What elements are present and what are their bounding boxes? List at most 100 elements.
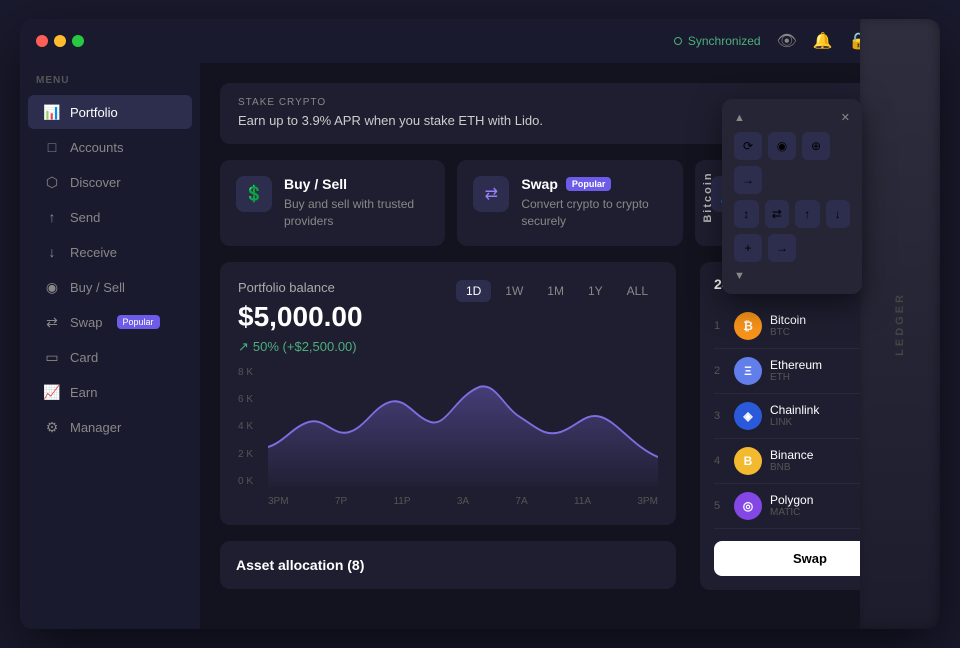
sidebar: MENU 📊 Portfolio □ Accounts ⬡ Discover ↑…: [20, 63, 200, 629]
btc-rank: 1: [714, 320, 726, 332]
time-filters: 1D 1W 1M 1Y ALL: [456, 280, 658, 302]
time-filter-1m[interactable]: 1M: [537, 280, 574, 302]
ledger-device: LEDGER: [860, 19, 940, 629]
bell-icon[interactable]: 🔔: [813, 31, 833, 51]
portfolio-chart: 8 K 6 K 4 K 2 K 0 K: [238, 367, 658, 507]
modal-icon-3[interactable]: ⊕: [802, 132, 830, 160]
sync-icon: [674, 37, 682, 45]
eth-rank: 2: [714, 365, 726, 377]
modal-close[interactable]: ✕: [841, 111, 850, 124]
sidebar-item-swap[interactable]: ⇄ Swap Popular: [28, 305, 192, 339]
sidebar-label-receive: Receive: [70, 245, 117, 260]
swap-card-title: Swap Popular: [521, 176, 666, 192]
sidebar-item-earn[interactable]: 📈 Earn: [28, 375, 192, 409]
action-card-swap[interactable]: ⇄ Swap Popular Convert crypto to crypto …: [457, 160, 682, 246]
matic-rank: 5: [714, 500, 726, 512]
time-filter-1w[interactable]: 1W: [495, 280, 533, 302]
modal-icon-4[interactable]: →: [734, 166, 762, 194]
close-button[interactable]: [36, 35, 48, 47]
sidebar-label-earn: Earn: [70, 385, 97, 400]
sidebar-item-send[interactable]: ↑ Send: [28, 200, 192, 234]
asset-title: Asset allocation (8): [236, 557, 660, 573]
sync-status: Synchronized: [674, 34, 761, 48]
change-value: 50% (+$2,500.00): [253, 339, 357, 354]
buy-sell-card-icon: 💲: [236, 176, 272, 212]
card-icon: ▭: [44, 349, 60, 365]
sidebar-item-portfolio[interactable]: 📊 Portfolio: [28, 95, 192, 129]
sidebar-label-card: Card: [70, 350, 98, 365]
link-rank: 3: [714, 410, 726, 422]
receive-icon: ↓: [44, 244, 60, 260]
portfolio-change: ↗ 50% (+$2,500.00): [238, 339, 363, 355]
chart-x-labels: 3PM 7P 11P 3A 7A 11A 3PM: [268, 496, 658, 507]
bitcoin-modal: ▲ ✕ ⟳ ◉ ⊕ → ↕ ⇄ ↑ ↓ + → ▼ Bitcoi: [722, 99, 862, 294]
buy-sell-icon: ◉: [44, 279, 60, 295]
eye-icon[interactable]: 👁: [777, 31, 797, 51]
menu-label: MENU: [20, 75, 200, 94]
buy-sell-card-desc: Buy and sell with trusted providers: [284, 196, 429, 230]
modal-icon-7[interactable]: ↑: [795, 200, 820, 228]
discover-icon: ⬡: [44, 174, 60, 190]
ledger-label: LEDGER: [894, 292, 906, 356]
btc-ticker: BTC: [770, 327, 856, 338]
sidebar-label-discover: Discover: [70, 175, 121, 190]
eth-icon: Ξ: [734, 357, 762, 385]
modal-icon-6[interactable]: ⇄: [765, 200, 790, 228]
popular-badge: Popular: [117, 315, 160, 329]
sidebar-label-accounts: Accounts: [70, 140, 123, 155]
maximize-button[interactable]: [72, 35, 84, 47]
time-filter-all[interactable]: ALL: [617, 280, 658, 302]
sidebar-item-manager[interactable]: ⚙ Manager: [28, 410, 192, 444]
modal-icon-5[interactable]: ↕: [734, 200, 759, 228]
portfolio-balance: $5,000.00: [238, 301, 363, 333]
sidebar-item-receive[interactable]: ↓ Receive: [28, 235, 192, 269]
time-filter-1d[interactable]: 1D: [456, 280, 491, 302]
time-filter-1y[interactable]: 1Y: [578, 280, 613, 302]
modal-nav-up[interactable]: ▲: [734, 112, 745, 124]
sidebar-item-accounts[interactable]: □ Accounts: [28, 130, 192, 164]
modal-icon-10[interactable]: →: [768, 234, 796, 262]
btc-icon: ₿: [734, 312, 762, 340]
buy-sell-card-title: Buy / Sell: [284, 176, 429, 192]
sidebar-item-buy-sell[interactable]: ◉ Buy / Sell: [28, 270, 192, 304]
modal-nav-down[interactable]: ▼: [734, 270, 745, 282]
swap-card-icon: ⇄: [473, 176, 509, 212]
link-ticker: LINK: [770, 417, 860, 428]
action-card-buy-sell[interactable]: 💲 Buy / Sell Buy and sell with trusted p…: [220, 160, 445, 246]
sidebar-label-buy-sell: Buy / Sell: [70, 280, 125, 295]
swap-popular-tag: Popular: [566, 177, 612, 191]
chart-svg-area: [268, 367, 658, 492]
bnb-icon: B: [734, 447, 762, 475]
sync-label: Synchronized: [688, 34, 761, 48]
matic-icon: ◎: [734, 492, 762, 520]
earn-icon: 📈: [44, 384, 60, 400]
matic-ticker: MATIC: [770, 507, 863, 518]
sidebar-label-send: Send: [70, 210, 100, 225]
traffic-lights: [36, 35, 84, 47]
modal-icon-2[interactable]: ◉: [768, 132, 796, 160]
chart-y-labels: 8 K 6 K 4 K 2 K 0 K: [238, 367, 253, 487]
sidebar-label-portfolio: Portfolio: [70, 105, 118, 120]
swap-card-desc: Convert crypto to crypto securely: [521, 196, 666, 230]
minimize-button[interactable]: [54, 35, 66, 47]
sidebar-item-card[interactable]: ▭ Card: [28, 340, 192, 374]
eth-ticker: ETH: [770, 372, 860, 383]
portfolio-icon: 📊: [44, 104, 60, 120]
content-row: Portfolio balance $5,000.00 ↗ 50% (+$2,5…: [220, 262, 920, 590]
modal-icon-9[interactable]: +: [734, 234, 762, 262]
link-icon: ◈: [734, 402, 762, 430]
portfolio-section: Portfolio balance $5,000.00 ↗ 50% (+$2,5…: [220, 262, 676, 590]
swap-icon: ⇄: [44, 314, 60, 330]
portfolio-header: Portfolio balance $5,000.00 ↗ 50% (+$2,5…: [238, 280, 658, 355]
change-arrow: ↗: [238, 339, 249, 355]
portfolio-title: Portfolio balance: [238, 280, 363, 295]
portfolio-card: Portfolio balance $5,000.00 ↗ 50% (+$2,5…: [220, 262, 676, 525]
send-icon: ↑: [44, 209, 60, 225]
modal-icon-8[interactable]: ↓: [826, 200, 851, 228]
title-bar: Synchronized 👁 🔔 🔒 ⚙ ?: [20, 19, 940, 63]
eth-name: Ethereum: [770, 358, 860, 372]
sidebar-item-discover[interactable]: ⬡ Discover: [28, 165, 192, 199]
bnb-ticker: BNB: [770, 462, 860, 473]
manager-icon: ⚙: [44, 419, 60, 435]
modal-icon-1[interactable]: ⟳: [734, 132, 762, 160]
